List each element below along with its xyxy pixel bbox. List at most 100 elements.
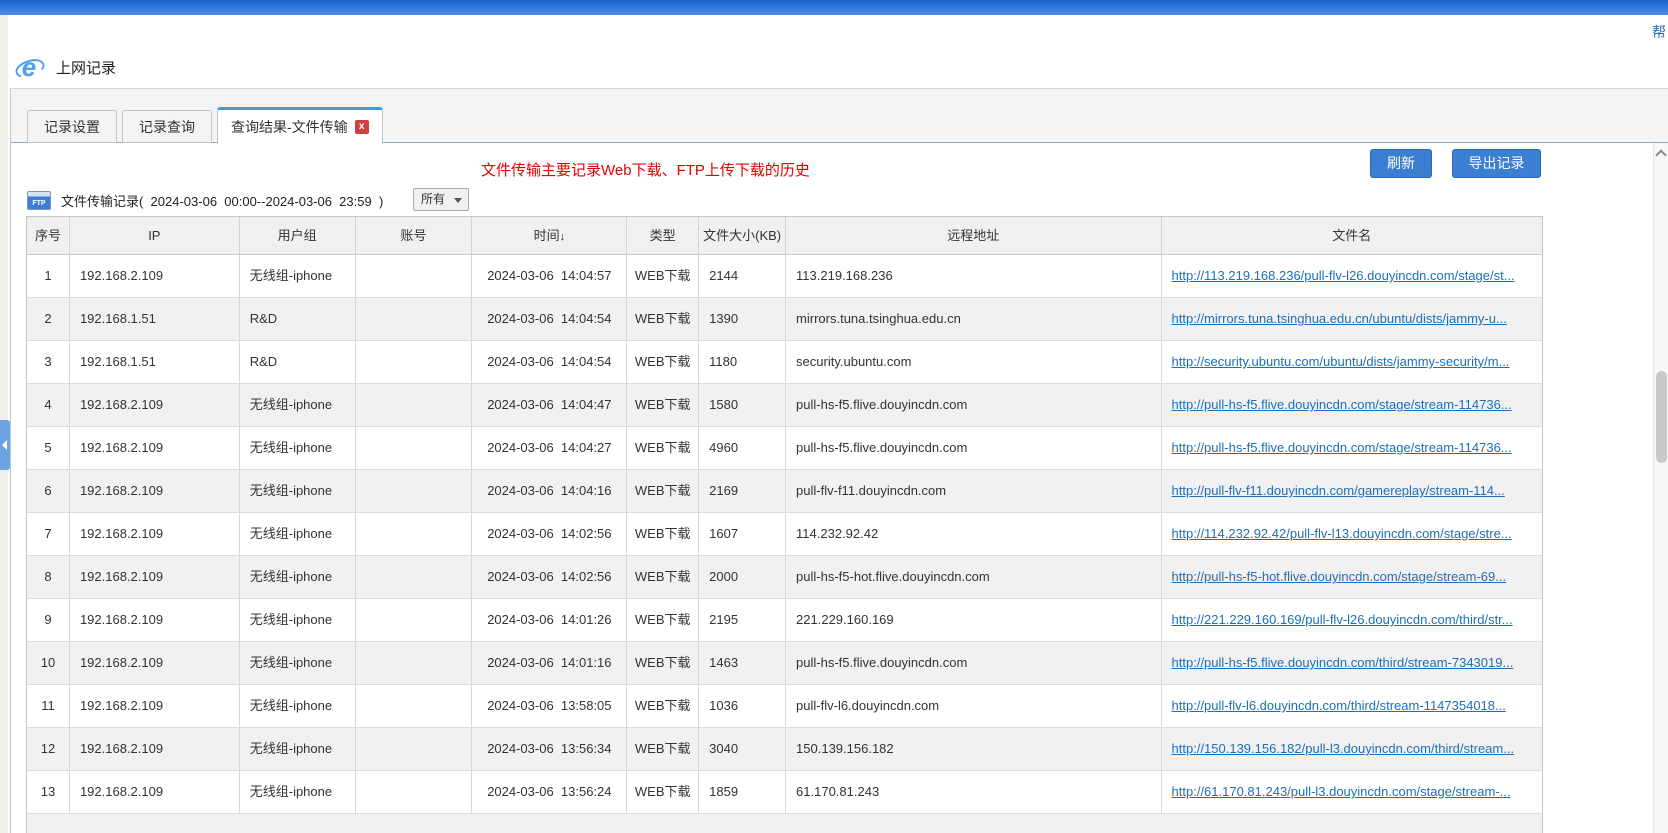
- page-header: e 上网记录: [14, 52, 116, 82]
- cell-filename: http://114.232.92.42/pull-flv-l13.douyin…: [1162, 513, 1542, 555]
- cell-size: 1859: [699, 771, 786, 813]
- cell-ip: 192.168.1.51: [70, 298, 240, 340]
- cell-ip: 192.168.2.109: [70, 470, 240, 512]
- file-url-link[interactable]: http://pull-flv-f11.douyincdn.com/gamere…: [1172, 483, 1505, 498]
- col-header-type[interactable]: 类型: [627, 217, 699, 254]
- tab-close-icon[interactable]: x: [355, 120, 369, 134]
- col-header-filename[interactable]: 文件名: [1162, 217, 1542, 254]
- cell-group: 无线组-iphone: [240, 771, 356, 813]
- vertical-scrollbar[interactable]: [1653, 143, 1668, 833]
- col-header-no[interactable]: 序号: [27, 217, 70, 254]
- tab-bar: 记录设置记录查询查询结果-文件传输 x: [27, 108, 388, 143]
- type-filter-select[interactable]: 所有: [413, 188, 469, 211]
- export-records-button[interactable]: 导出记录: [1452, 149, 1541, 178]
- col-header-time[interactable]: 时间↓: [472, 217, 627, 254]
- file-url-link[interactable]: http://pull-hs-f5-hot.flive.douyincdn.co…: [1172, 569, 1507, 584]
- cell-account: [356, 513, 473, 555]
- cell-type: WEB下载: [627, 771, 699, 813]
- page-title: 上网记录: [56, 57, 116, 78]
- col-header-ip[interactable]: IP: [70, 217, 240, 254]
- cell-account: [356, 470, 473, 512]
- table-row: 8192.168.2.109无线组-iphone2024-03-06 14:02…: [27, 556, 1542, 599]
- file-url-link[interactable]: http://221.229.160.169/pull-flv-l26.douy…: [1172, 612, 1513, 627]
- cell-size: 1036: [699, 685, 786, 727]
- cell-remote: 113.219.168.236: [786, 255, 1161, 297]
- file-url-link[interactable]: http://mirrors.tuna.tsinghua.edu.cn/ubun…: [1172, 311, 1507, 326]
- cell-account: [356, 341, 473, 383]
- cell-remote: pull-hs-f5.flive.douyincdn.com: [786, 427, 1161, 469]
- cell-filename: http://pull-hs-f5.flive.douyincdn.com/th…: [1162, 642, 1542, 684]
- sidebar-collapse-handle[interactable]: [0, 420, 10, 470]
- file-url-link[interactable]: http://pull-hs-f5.flive.douyincdn.com/st…: [1172, 440, 1512, 455]
- cell-type: WEB下载: [627, 255, 699, 297]
- tab-1[interactable]: 记录查询: [122, 110, 212, 143]
- table-row: 4192.168.2.109无线组-iphone2024-03-06 14:04…: [27, 384, 1542, 427]
- browser-e-icon: e: [14, 52, 44, 82]
- cell-account: [356, 556, 473, 598]
- cell-remote: 61.170.81.243: [786, 771, 1161, 813]
- help-link[interactable]: 帮: [1652, 22, 1666, 42]
- cell-filename: http://pull-flv-l6.douyincdn.com/third/s…: [1162, 685, 1542, 727]
- cell-group: 无线组-iphone: [240, 513, 356, 555]
- file-url-link[interactable]: http://113.219.168.236/pull-flv-l26.douy…: [1172, 268, 1515, 283]
- tab-label: 查询结果-文件传输: [231, 117, 348, 137]
- cell-no: 5: [27, 427, 70, 469]
- table-row: 11192.168.2.109无线组-iphone2024-03-06 13:5…: [27, 685, 1542, 728]
- cell-filename: http://150.139.156.182/pull-l3.douyincdn…: [1162, 728, 1542, 770]
- col-header-account[interactable]: 账号: [356, 217, 473, 254]
- cell-group: 无线组-iphone: [240, 255, 356, 297]
- table-row: 13192.168.2.109无线组-iphone2024-03-06 13:5…: [27, 771, 1542, 814]
- cell-group: 无线组-iphone: [240, 384, 356, 426]
- cell-type: WEB下载: [627, 599, 699, 641]
- file-url-link[interactable]: http://security.ubuntu.com/ubuntu/dists/…: [1172, 354, 1510, 369]
- col-header-remote[interactable]: 远程地址: [786, 217, 1161, 254]
- scroll-up-arrow-icon[interactable]: [1654, 145, 1668, 161]
- file-url-link[interactable]: http://pull-hs-f5.flive.douyincdn.com/st…: [1172, 397, 1512, 412]
- cell-remote: 150.139.156.182: [786, 728, 1161, 770]
- refresh-button[interactable]: 刷新: [1370, 149, 1432, 178]
- cell-remote: pull-flv-f11.douyincdn.com: [786, 470, 1161, 512]
- cell-account: [356, 255, 473, 297]
- cell-remote: pull-hs-f5-hot.flive.douyincdn.com: [786, 556, 1161, 598]
- cell-filename: http://pull-hs-f5.flive.douyincdn.com/st…: [1162, 384, 1542, 426]
- cell-size: 3040: [699, 728, 786, 770]
- cell-time: 2024-03-06 14:01:16: [472, 642, 627, 684]
- cell-ip: 192.168.2.109: [70, 556, 240, 598]
- tab-0[interactable]: 记录设置: [27, 110, 117, 143]
- file-url-link[interactable]: http://114.232.92.42/pull-flv-l13.douyin…: [1172, 526, 1512, 541]
- col-header-group[interactable]: 用户组: [240, 217, 356, 254]
- cell-time: 2024-03-06 14:04:16: [472, 470, 627, 512]
- cell-filename: http://221.229.160.169/pull-flv-l26.douy…: [1162, 599, 1542, 641]
- scrollbar-thumb[interactable]: [1656, 371, 1667, 463]
- cell-no: 1: [27, 255, 70, 297]
- table-row-partial: [27, 814, 1542, 833]
- tab-2[interactable]: 查询结果-文件传输 x: [217, 107, 383, 144]
- cell-filename: http://61.170.81.243/pull-l3.douyincdn.c…: [1162, 771, 1542, 813]
- file-url-link[interactable]: http://pull-hs-f5.flive.douyincdn.com/th…: [1172, 655, 1514, 670]
- cell-no: 11: [27, 685, 70, 727]
- cell-ip: 192.168.2.109: [70, 599, 240, 641]
- cell-time: 2024-03-06 13:56:34: [472, 728, 627, 770]
- records-panel: 记录设置记录查询查询结果-文件传输x 刷新 导出记录 文件传输主要记录Web下载…: [10, 88, 1668, 833]
- cell-time: 2024-03-06 13:58:05: [472, 685, 627, 727]
- cell-type: WEB下载: [627, 427, 699, 469]
- cell-size: 2144: [699, 255, 786, 297]
- col-header-size[interactable]: 文件大小(KB): [699, 217, 786, 254]
- cell-ip: 192.168.2.109: [70, 427, 240, 469]
- cell-remote: security.ubuntu.com: [786, 341, 1161, 383]
- file-url-link[interactable]: http://61.170.81.243/pull-l3.douyincdn.c…: [1172, 784, 1511, 799]
- cell-type: WEB下载: [627, 470, 699, 512]
- table-row: 10192.168.2.109无线组-iphone2024-03-06 14:0…: [27, 642, 1542, 685]
- file-url-link[interactable]: http://150.139.156.182/pull-l3.douyincdn…: [1172, 741, 1515, 756]
- cell-no: 9: [27, 599, 70, 641]
- cell-account: [356, 771, 473, 813]
- cell-remote: 114.232.92.42: [786, 513, 1161, 555]
- cell-ip: 192.168.2.109: [70, 513, 240, 555]
- sort-desc-icon: ↓: [560, 231, 566, 243]
- table-row: 5192.168.2.109无线组-iphone2024-03-06 14:04…: [27, 427, 1542, 470]
- cell-time: 2024-03-06 14:02:56: [472, 556, 627, 598]
- ftp-icon: FTP: [27, 191, 51, 210]
- table-body: 1192.168.2.109无线组-iphone2024-03-06 14:04…: [27, 255, 1542, 814]
- cell-filename: http://pull-flv-f11.douyincdn.com/gamere…: [1162, 470, 1542, 512]
- file-url-link[interactable]: http://pull-flv-l6.douyincdn.com/third/s…: [1172, 698, 1506, 713]
